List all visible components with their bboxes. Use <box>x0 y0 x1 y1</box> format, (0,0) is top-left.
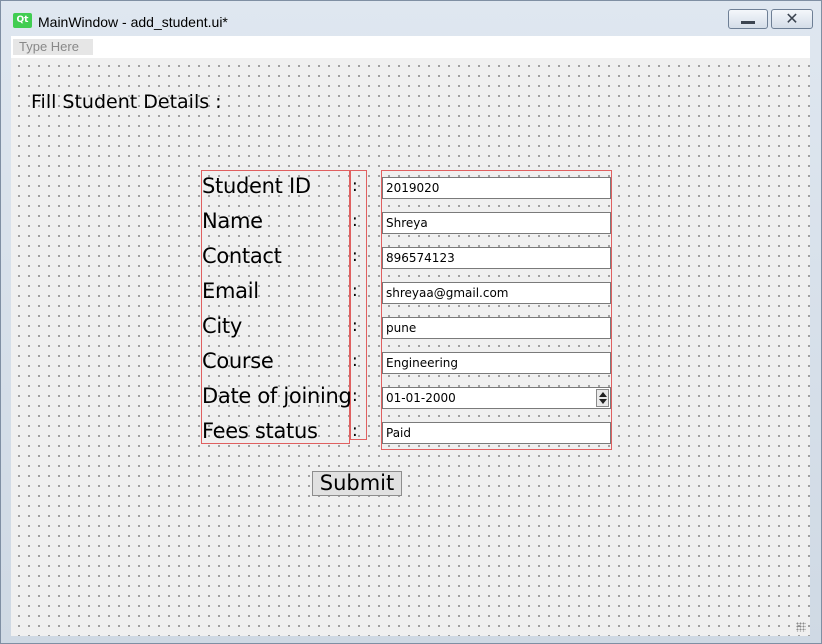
label-date-of-joining: Date of joining <box>202 384 352 408</box>
name-field[interactable]: Shreya <box>382 212 611 234</box>
minimize-icon <box>741 20 755 24</box>
date-of-joining-field[interactable]: 01-01-2000 <box>382 387 611 409</box>
close-button[interactable]: ✕ <box>771 9 813 29</box>
menu-bar: Type Here <box>11 36 810 58</box>
label-course: Course <box>202 349 274 373</box>
qt-logo-icon: Qt <box>13 13 32 28</box>
student-id-field[interactable]: 2019020 <box>382 177 611 199</box>
spin-up-icon[interactable] <box>599 392 607 397</box>
city-field[interactable]: pune <box>382 317 611 339</box>
colon-email: : <box>352 281 358 301</box>
label-fees-status: Fees status <box>202 419 318 443</box>
colon-student-id: : <box>352 176 358 196</box>
resize-grip-icon[interactable] <box>796 622 806 632</box>
contact-field[interactable]: 896574123 <box>382 247 611 269</box>
colon-fees-status: : <box>352 421 358 441</box>
email-field[interactable]: shreyaa@gmail.com <box>382 282 611 304</box>
colon-contact: : <box>352 246 358 266</box>
title-bar[interactable]: Qt MainWindow - add_student.ui* ✕ <box>1 1 821 35</box>
date-spinner[interactable] <box>596 389 609 407</box>
window-title: MainWindow - add_student.ui* <box>38 14 228 30</box>
colon-date-of-joining: : <box>352 386 358 406</box>
course-field[interactable]: Engineering <box>382 352 611 374</box>
menu-type-here[interactable]: Type Here <box>13 39 93 55</box>
spin-down-icon[interactable] <box>599 399 607 404</box>
colon-city: : <box>352 316 358 336</box>
colon-course: : <box>352 351 358 371</box>
date-of-joining-value: 01-01-2000 <box>386 391 456 405</box>
label-city: City <box>202 314 242 338</box>
minimize-button[interactable] <box>728 9 768 29</box>
label-name: Name <box>202 209 263 233</box>
label-email: Email <box>202 279 259 303</box>
form-canvas: Fill Student Details : Student ID Name C… <box>11 58 810 636</box>
fees-status-field[interactable]: Paid <box>382 422 611 444</box>
colon-name: : <box>352 211 358 231</box>
submit-button[interactable]: Submit <box>312 471 402 496</box>
form-heading: Fill Student Details : <box>31 91 222 113</box>
label-student-id: Student ID <box>202 174 311 198</box>
label-contact: Contact <box>202 244 282 268</box>
main-window: Qt MainWindow - add_student.ui* ✕ Type H… <box>0 0 822 644</box>
close-icon: ✕ <box>785 9 799 28</box>
